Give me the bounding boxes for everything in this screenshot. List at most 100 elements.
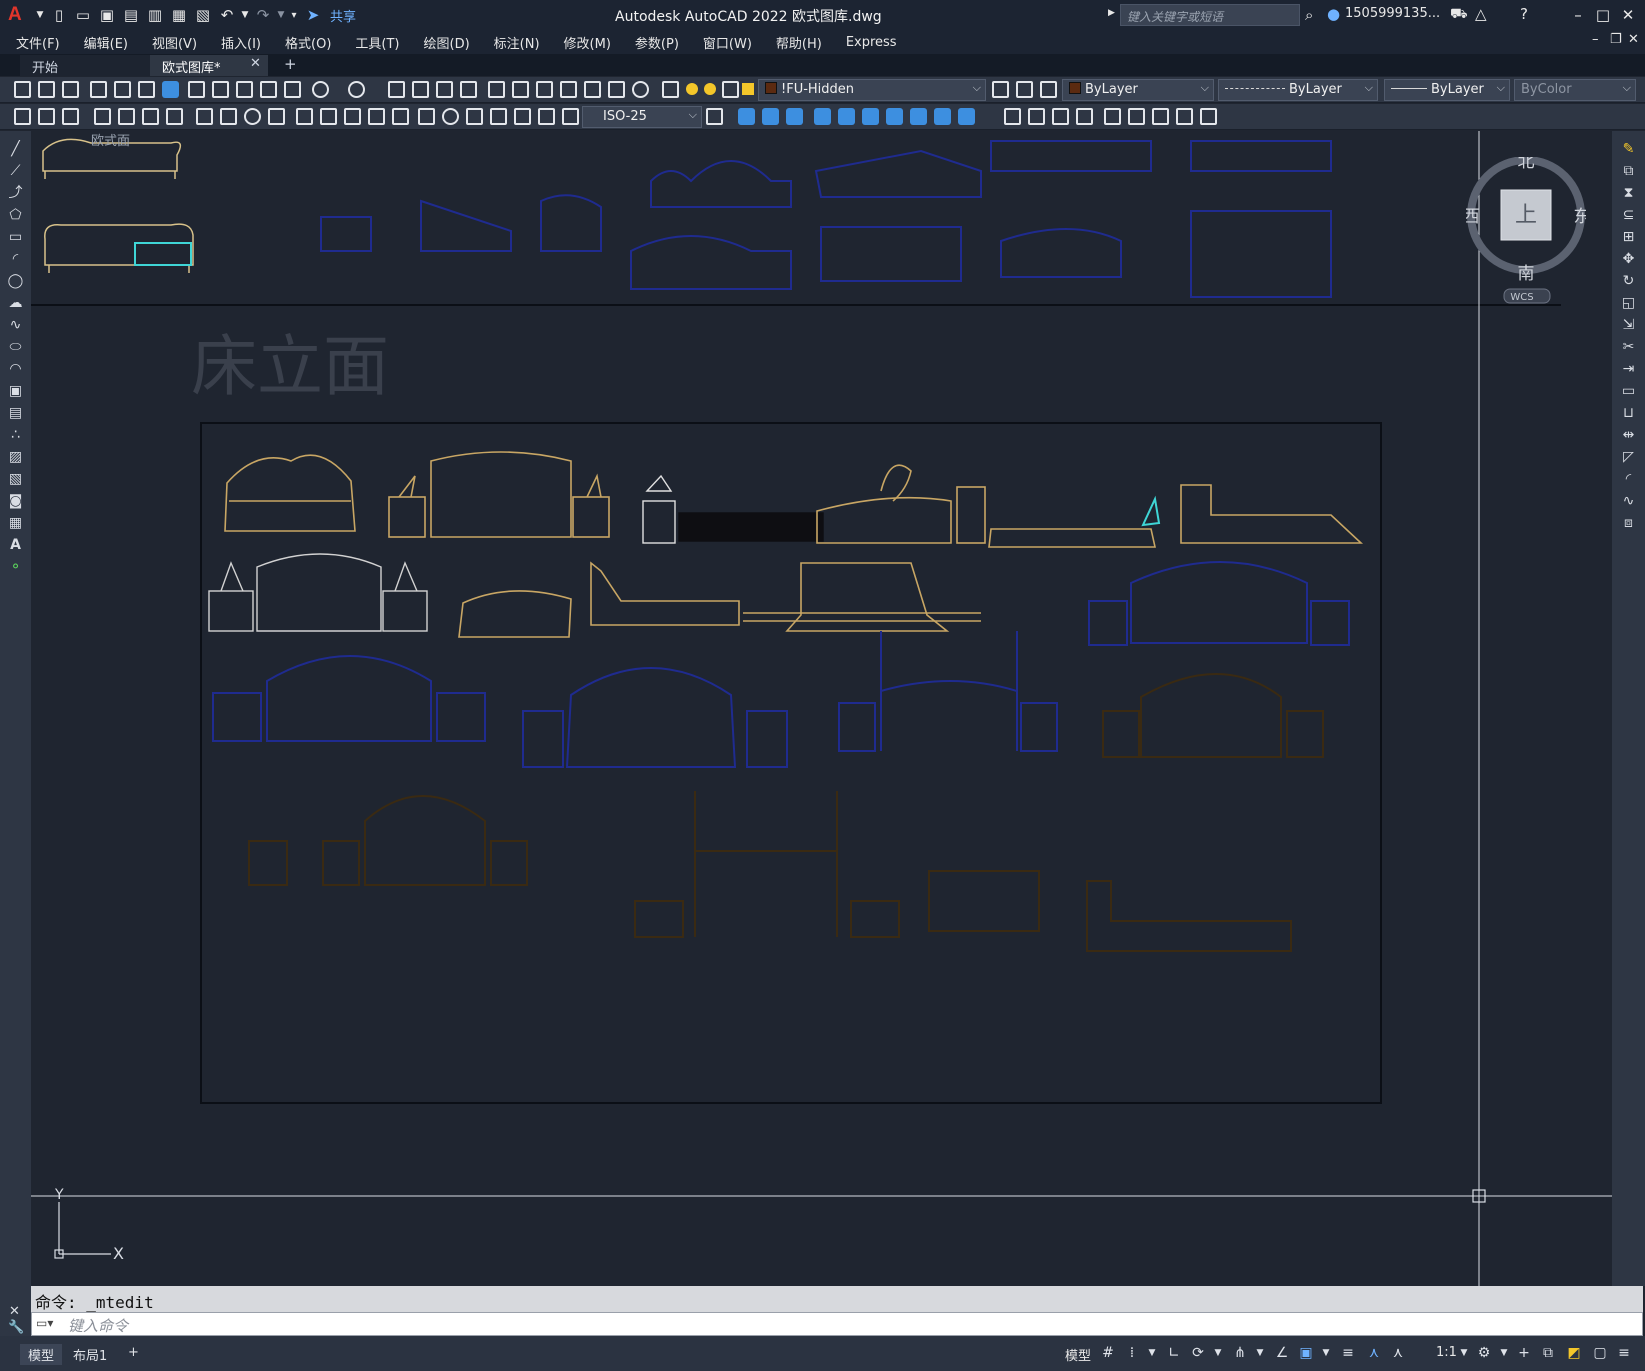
layer-lock-icon[interactable] (742, 83, 754, 95)
user-name[interactable]: 1505999135... (1345, 6, 1440, 21)
arc-icon[interactable]: ◜ (7, 251, 24, 267)
hide-icon[interactable] (1052, 108, 1069, 125)
hardware-acceleration-icon[interactable]: ◩ (1566, 1345, 1582, 1361)
rectangle-icon[interactable]: ▭ (7, 229, 24, 245)
isodraft-dropdown-icon[interactable]: ▼ (1252, 1345, 1268, 1361)
help-icon[interactable] (632, 81, 649, 98)
cut-icon[interactable] (188, 81, 205, 98)
minimize-icon[interactable]: – (1567, 4, 1589, 26)
annotation-scale-icon[interactable]: ⋏ (1390, 1345, 1406, 1361)
stretch-icon[interactable]: ⇲ (1620, 317, 1637, 333)
publish-icon[interactable] (138, 81, 155, 98)
grid-icon[interactable]: # (1100, 1345, 1116, 1361)
customize-command-icon[interactable]: 🔧 (8, 1320, 24, 1335)
snap-icon[interactable]: ⁞ (1124, 1345, 1140, 1361)
construction-line-icon[interactable]: ⟋ (7, 163, 24, 179)
share-button[interactable]: 共享 (330, 6, 356, 25)
sheet-set-icon[interactable] (560, 81, 577, 98)
command-input[interactable]: 键入命令 (68, 1315, 128, 1336)
hatch-icon[interactable]: ▨ (7, 449, 24, 465)
drawing-area[interactable]: 欧式面 床立面 Y X (31, 131, 1612, 1286)
new-tab-icon[interactable]: + (284, 55, 297, 73)
redo-icon[interactable]: ↷ (252, 4, 274, 26)
dim-break-icon[interactable] (392, 108, 409, 125)
plotstyle-dropdown[interactable]: ByColor ⌵ (1514, 79, 1636, 101)
doc-close-icon[interactable]: ✕ (1628, 32, 1639, 47)
blend-curves-icon[interactable]: ∿ (1620, 493, 1637, 509)
dim-style-icon[interactable] (706, 108, 723, 125)
polyline-icon[interactable]: ⤴ (7, 185, 24, 201)
add-selected-icon[interactable]: ⚬ (7, 559, 24, 575)
3d-slice-icon[interactable] (934, 108, 951, 125)
open-icon[interactable] (38, 81, 55, 98)
copy-object-icon[interactable]: ⧉ (1620, 163, 1637, 179)
dim-ordinate-icon[interactable] (166, 108, 183, 125)
camera-icon[interactable] (1128, 108, 1145, 125)
layer-freeze-icon[interactable] (704, 83, 716, 95)
join-icon[interactable]: ⇹ (1620, 427, 1637, 443)
fillet-icon[interactable]: ◜ (1620, 471, 1637, 487)
polygon-icon[interactable]: ⬠ (7, 207, 24, 223)
3d-union-icon[interactable] (862, 108, 879, 125)
revcloud-icon[interactable]: ☁ (7, 295, 24, 311)
close-command-icon[interactable]: ✕ (9, 1304, 20, 1319)
match-properties-icon[interactable] (260, 81, 277, 98)
isolate-objects-icon[interactable]: ⧉ (1540, 1345, 1556, 1361)
open-folder-icon[interactable]: ▭ (72, 4, 94, 26)
color-dropdown[interactable]: ByLayer ⌵ (1062, 79, 1214, 101)
customize-status-icon[interactable]: ≡ (1616, 1345, 1632, 1361)
object-snap-tracking-icon[interactable]: ∠ (1274, 1345, 1290, 1361)
array-icon[interactable]: ⊞ (1620, 229, 1637, 245)
dim-baseline-icon[interactable] (320, 108, 337, 125)
break-icon[interactable]: ⊔ (1620, 405, 1637, 421)
jogged-linear-icon[interactable] (490, 108, 507, 125)
dim-radius-icon[interactable] (196, 108, 213, 125)
scale-icon[interactable]: ◱ (1620, 295, 1637, 311)
scale-dropdown-icon[interactable]: ▼ (1456, 1345, 1472, 1361)
dim-continue-icon[interactable] (344, 108, 361, 125)
ellipse-arc-icon[interactable]: ◠ (7, 361, 24, 377)
3d-subtract-icon[interactable] (886, 108, 903, 125)
sheet-icon[interactable] (38, 108, 55, 125)
circle-icon[interactable]: ◯ (7, 273, 24, 289)
dropdown-arrow-icon[interactable]: ▼ (34, 4, 46, 26)
gradient-icon[interactable]: ▧ (7, 471, 24, 487)
design-center-icon[interactable] (512, 81, 529, 98)
layer-viewport-icon[interactable] (722, 81, 739, 98)
extend-icon[interactable]: ⇥ (1620, 361, 1637, 377)
user-icon[interactable]: ● (1327, 5, 1340, 23)
trim-icon[interactable]: ✂ (1620, 339, 1637, 355)
redo-dropdown-icon[interactable]: ▼ (276, 4, 286, 26)
dim-diameter-icon[interactable] (244, 108, 261, 125)
polar-dropdown-icon[interactable]: ▼ (1210, 1345, 1226, 1361)
3d-cone-icon[interactable] (786, 108, 803, 125)
spline-icon[interactable]: ∿ (7, 317, 24, 333)
tab-start[interactable]: 开始 (20, 55, 150, 76)
region-icon[interactable]: ◙ (7, 493, 24, 509)
menu-edit[interactable]: 编辑(E) (84, 33, 128, 52)
line-icon[interactable]: ╱ (7, 141, 24, 157)
visual-style-icon[interactable] (1004, 108, 1021, 125)
viewcube[interactable]: 上 北 南 西 东 WCS (1463, 152, 1591, 307)
3d-revolve-icon[interactable] (838, 108, 855, 125)
layer-dropdown[interactable]: !FU-Hidden ⌵ (758, 79, 986, 101)
command-prompt-icon[interactable]: ▭▾ (36, 1316, 53, 1330)
isodraft-icon[interactable]: ⋔ (1232, 1345, 1248, 1361)
help-icon[interactable]: ? (1520, 5, 1528, 23)
point-icon[interactable]: ∴ (7, 427, 24, 443)
zoom-realtime-icon[interactable] (412, 81, 429, 98)
inspection-icon[interactable] (466, 108, 483, 125)
quick-dim-icon[interactable] (296, 108, 313, 125)
autodesk-app-icon[interactable]: △ (1475, 5, 1487, 23)
save-icon[interactable] (62, 81, 79, 98)
plot-preview-icon[interactable] (114, 81, 131, 98)
ortho-icon[interactable]: ∟ (1166, 1345, 1182, 1361)
dim-jogged-icon[interactable] (220, 108, 237, 125)
3d-box-icon[interactable] (738, 108, 755, 125)
search-icon[interactable]: ⌕ (1305, 6, 1313, 24)
properties-icon[interactable] (488, 81, 505, 98)
move-icon[interactable]: ✥ (1620, 251, 1637, 267)
command-line-handle[interactable]: ✕ 🔧 (0, 1286, 31, 1336)
text-icon[interactable]: A (7, 537, 24, 553)
snap-dropdown-icon[interactable]: ▼ (1144, 1345, 1160, 1361)
